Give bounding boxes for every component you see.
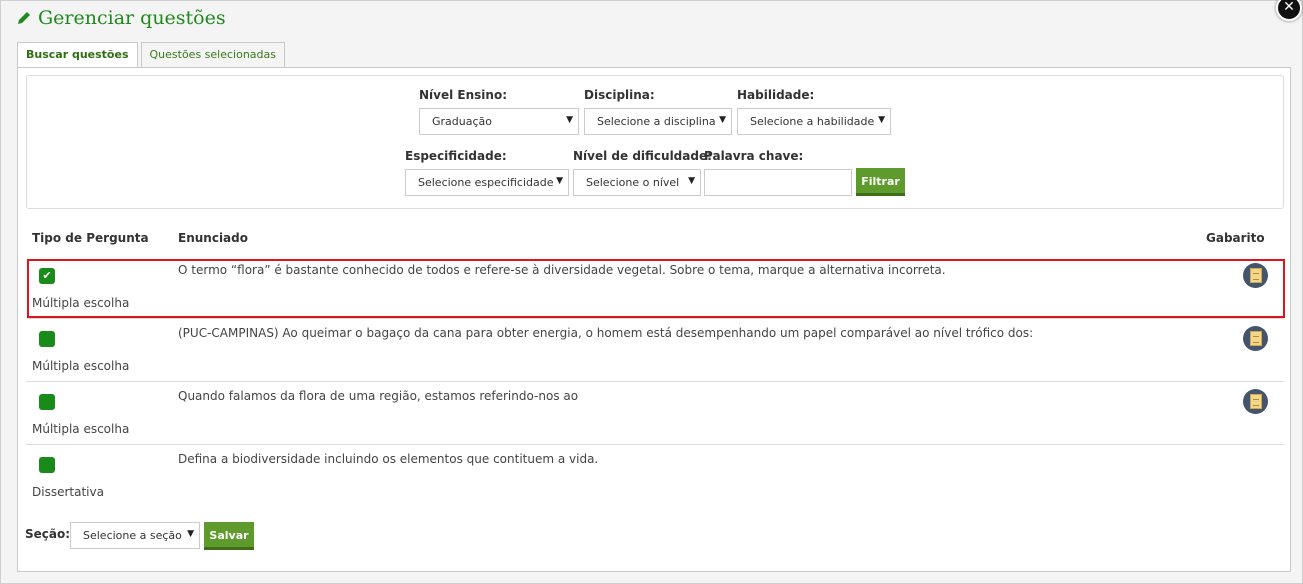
page-title-text: Gerenciar questões	[38, 7, 226, 29]
nivel-ensino-value: Graduação	[432, 115, 493, 128]
secao-value: Selecione a seção	[83, 529, 182, 542]
manage-questions-modal: ✕ Gerenciar questões Buscar questões Que…	[0, 0, 1303, 584]
enunciado-text: Quando falamos da flora de uma região, e…	[178, 389, 579, 403]
habilidade-value: Selecione a habilidade	[750, 115, 875, 128]
disciplina-value: Selecione a disciplina	[597, 115, 716, 128]
dropdown-arrow-icon: ▼	[556, 176, 563, 186]
tab-questoes-selecionadas[interactable]: Questões selecionadas	[140, 42, 285, 67]
dropdown-arrow-icon: ▼	[187, 529, 194, 539]
disciplina-select[interactable]: Selecione a disciplina ▼	[584, 108, 732, 135]
palavra-chave-label: Palavra chave:	[704, 149, 804, 163]
nivel-ensino-select[interactable]: Graduação ▼	[419, 108, 579, 135]
header-tipo: Tipo de Pergunta	[32, 231, 149, 245]
filter-box: Nível Ensino: Graduação ▼ Disciplina: Se…	[26, 75, 1284, 209]
close-button[interactable]: ✕	[1276, 0, 1302, 21]
table-row: Múltipla escolha Quando falamos da flora…	[26, 381, 1284, 445]
tab-panel: Nível Ensino: Graduação ▼ Disciplina: Se…	[17, 67, 1291, 572]
especificidade-select[interactable]: Selecione especificidade ▼	[405, 169, 569, 196]
tab-buscar-questoes[interactable]: Buscar questões	[17, 42, 138, 68]
dropdown-arrow-icon: ▼	[878, 115, 885, 125]
secao-select[interactable]: Selecione a seção ▼	[70, 522, 200, 549]
secao-label: Seção:	[25, 527, 71, 541]
especificidade-value: Selecione especificidade	[418, 176, 554, 189]
page-title: Gerenciar questões	[16, 7, 226, 29]
table-row: Múltipla escolha (PUC-CAMPINAS) Ao queim…	[26, 318, 1284, 382]
dificuldade-value: Selecione o nível	[586, 176, 680, 189]
tipo-pergunta: Múltipla escolha	[32, 359, 130, 373]
pencil-icon	[18, 12, 30, 24]
tipo-pergunta: Dissertativa	[32, 485, 104, 499]
habilidade-select[interactable]: Selecione a habilidade ▼	[737, 108, 891, 135]
especificidade-label: Especificidade:	[405, 149, 507, 163]
gabarito-icon[interactable]	[1243, 389, 1268, 414]
header-gabarito: Gabarito	[1206, 231, 1265, 245]
enunciado-text: Defina a biodiversidade incluindo os ele…	[178, 452, 599, 466]
dificuldade-select[interactable]: Selecione o nível ▼	[573, 169, 701, 196]
enunciado-text: (PUC-CAMPINAS) Ao queimar o bagaço da ca…	[178, 326, 1034, 340]
table-row: Dissertativa Defina a biodiversidade inc…	[26, 444, 1284, 508]
palavra-chave-input[interactable]	[704, 169, 852, 196]
dropdown-arrow-icon: ▼	[719, 115, 726, 125]
dropdown-arrow-icon: ▼	[566, 115, 573, 125]
select-checkbox[interactable]: ✔	[39, 268, 55, 284]
dropdown-arrow-icon: ▼	[688, 176, 695, 186]
table-row: ✔ Múltipla escolha O termo “flora” é bas…	[26, 255, 1284, 319]
gabarito-icon[interactable]	[1243, 263, 1268, 288]
tab-bar: Buscar questões Questões selecionadas	[17, 42, 285, 68]
select-checkbox[interactable]	[39, 331, 55, 347]
enunciado-text: O termo “flora” é bastante conhecido de …	[178, 263, 946, 277]
tipo-pergunta: Múltipla escolha	[32, 422, 130, 436]
gabarito-icon[interactable]	[1243, 326, 1268, 351]
habilidade-label: Habilidade:	[737, 88, 815, 102]
filtrar-button[interactable]: Filtrar	[856, 168, 905, 196]
dificuldade-label: Nível de dificuldade:	[573, 149, 712, 163]
disciplina-label: Disciplina:	[584, 88, 655, 102]
select-checkbox[interactable]	[39, 457, 55, 473]
salvar-button[interactable]: Salvar	[204, 522, 254, 550]
nivel-ensino-label: Nível Ensino:	[419, 88, 507, 102]
header-enunciado: Enunciado	[178, 231, 248, 245]
tipo-pergunta: Múltipla escolha	[32, 296, 130, 310]
select-checkbox[interactable]	[39, 394, 55, 410]
